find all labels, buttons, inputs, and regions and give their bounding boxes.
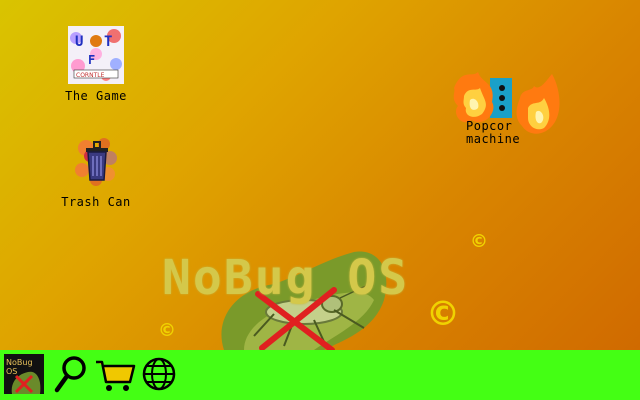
svg-text:CORNTLE: CORNTLE — [76, 72, 105, 79]
shopping-cart-button[interactable] — [94, 354, 136, 394]
desktop-icon-trash-can[interactable]: Trash Can — [41, 134, 151, 209]
search-button[interactable] — [54, 354, 94, 394]
copyright-mark: © — [158, 320, 176, 341]
magnifier-icon — [54, 356, 86, 393]
label-line-1: Popcor — [466, 119, 513, 133]
game-icon: U T F CORNTLE — [68, 26, 124, 84]
desktop-icon-label: Popcor machine — [466, 120, 546, 146]
internet-button[interactable] — [140, 354, 180, 394]
globe-icon — [142, 357, 176, 391]
start-button-label: NoBug OS — [6, 358, 33, 376]
shopping-cart-icon — [96, 360, 136, 391]
desktop[interactable]: U T F CORNTLE The Game Trash Can Popcor … — [0, 0, 640, 350]
copyright-mark: © — [470, 231, 488, 252]
label-line-2: machine — [466, 132, 521, 146]
start-button[interactable]: NoBug OS — [4, 354, 44, 394]
desktop-icon-the-game[interactable]: U T F CORNTLE The Game — [41, 26, 151, 103]
os-logo-text: NoBug OS — [162, 250, 410, 306]
trash-can-icon — [75, 138, 117, 186]
svg-text:U: U — [75, 34, 83, 50]
desktop-icon-popcorn-machine[interactable]: Popcor machine — [452, 68, 562, 146]
svg-text:T: T — [104, 34, 112, 50]
svg-text:F: F — [88, 53, 95, 67]
desktop-icon-label: The Game — [65, 89, 127, 103]
desktop-icon-label: Trash Can — [61, 195, 131, 209]
copyright-mark: © — [426, 294, 460, 334]
